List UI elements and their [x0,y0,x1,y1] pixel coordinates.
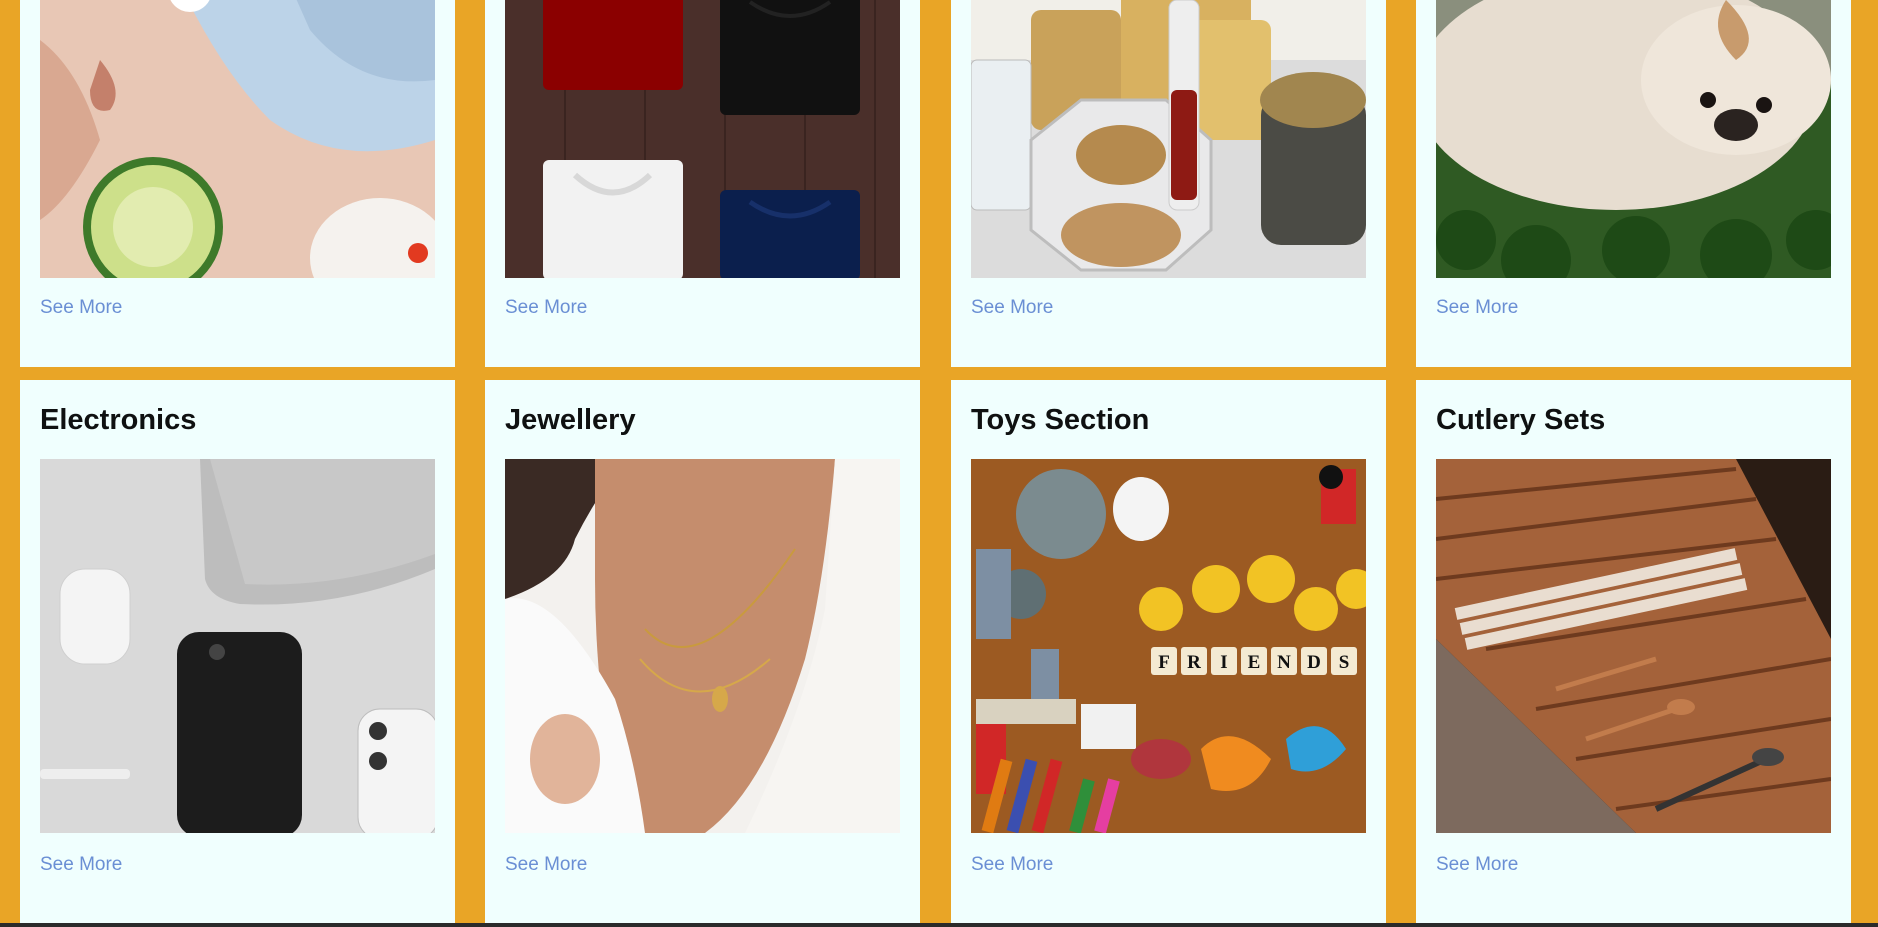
puppy-on-grass-image[interactable] [1436,0,1831,278]
woman-necklace-image[interactable] [505,459,900,833]
tile-letter: R [1187,652,1201,673]
card-title: Jewellery [505,404,636,436]
category-card-toys: Toys Section F R I E N D S See More [951,380,1386,923]
see-more-link[interactable]: See More [1436,297,1518,319]
see-more-link[interactable]: See More [505,297,587,319]
card-title: Toys Section [971,404,1150,436]
phone-airpods-laptop-image[interactable] [40,459,435,833]
see-more-link[interactable]: See More [971,297,1053,319]
category-card-cosmetics: See More [951,0,1386,367]
toys-friends-tiles-image[interactable]: F R I E N D S [971,459,1366,833]
see-more-link[interactable]: See More [971,854,1053,876]
tile-letter: E [1248,652,1261,673]
spa-face-cucumber-image[interactable] [40,0,435,278]
folded-tshirts-image[interactable] [505,0,900,278]
tile-letter: I [1220,652,1227,673]
tile-letter: N [1277,652,1291,673]
see-more-link[interactable]: See More [40,297,122,319]
card-title: Cutlery Sets [1436,404,1606,436]
browser-bottom-edge [0,923,1878,927]
see-more-link[interactable]: See More [505,854,587,876]
cutlery-drawer-image[interactable] [1436,459,1831,833]
category-card-jewellery: Jewellery See More [485,380,920,923]
see-more-link[interactable]: See More [40,854,122,876]
category-card-clothing: See More [485,0,920,367]
tile-letter: F [1158,652,1170,673]
tile-letter: D [1307,652,1321,673]
category-card-pets: See More [1416,0,1851,367]
page-viewport: See More See More See More See More Elec… [0,0,1878,923]
card-title: Electronics [40,404,197,436]
tile-letter: S [1339,652,1350,673]
category-card-cutlery: Cutlery Sets See More [1416,380,1851,923]
see-more-link[interactable]: See More [1436,854,1518,876]
category-card-beauty: See More [20,0,455,367]
cosmetics-products-image[interactable] [971,0,1366,278]
category-card-electronics: Electronics See More [20,380,455,923]
